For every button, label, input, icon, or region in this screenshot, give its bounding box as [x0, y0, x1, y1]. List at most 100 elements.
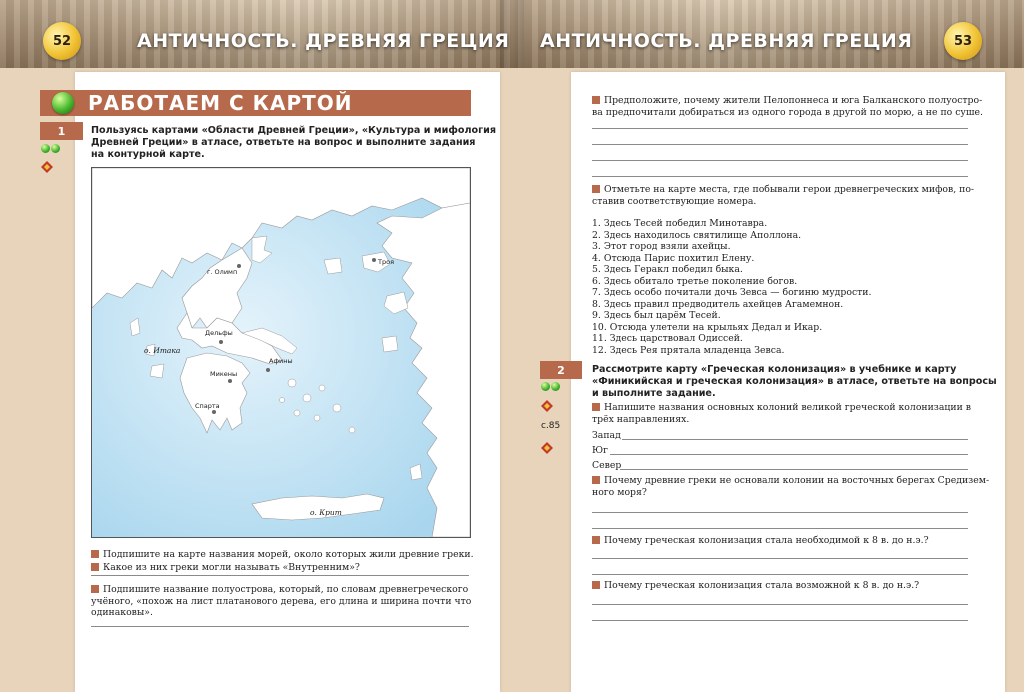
question-peninsula: Подпишите название полуострова, который,…: [91, 584, 471, 619]
list-item: 10. Отсюда улетели на крыльях Дедал и Ик…: [592, 321, 823, 333]
question-inner-sea: Какое из них греки могли называть «Внутр…: [91, 562, 360, 574]
section-banner: РАБОТАЕМ С КАРТОЙ: [40, 90, 471, 116]
answer-line[interactable]: [592, 144, 968, 145]
question-text: Подпишите название полуострова, который,…: [103, 584, 469, 595]
answer-line[interactable]: [592, 160, 968, 161]
square-bullet-icon: [592, 185, 600, 193]
square-bullet-icon: [592, 96, 600, 104]
section-title: РАБОТАЕМ С КАРТОЙ: [88, 91, 353, 115]
map-city-marker: [266, 368, 270, 372]
green-dots-icon: [41, 144, 60, 153]
page-reference: с.85: [541, 421, 561, 431]
map-label-mycenae: Микены: [210, 370, 238, 378]
question-text: Предположите, почему жители Пелопоннеса …: [604, 95, 983, 106]
list-item: 7. Здесь особо почитали дочь Зевса — бог…: [592, 287, 872, 298]
list-item: 9. Здесь был царём Тесей.: [592, 310, 721, 321]
list-item: 2. Здесь находилось святилище Аполлона.: [592, 229, 802, 241]
atlas-icon: [541, 442, 553, 454]
question-peloponnese: Предположите, почему жители Пелопоннеса …: [592, 95, 983, 118]
task2-line: Рассмотрите карту «Греческая колонизация…: [592, 364, 957, 375]
task-number-1: 1: [40, 122, 83, 140]
square-bullet-icon: [592, 403, 600, 411]
answer-line[interactable]: [592, 176, 968, 177]
question-text: Подпишите на карте названия морей, около…: [103, 549, 474, 560]
direction-south-label: Юг: [592, 445, 608, 456]
square-bullet-icon: [592, 581, 600, 589]
atlas-icon: [41, 161, 53, 173]
question-text: Почему греческая колонизация стала возмо…: [604, 580, 920, 591]
contour-map[interactable]: г. Олимп Троя Дельфы о. Итака Афины Мике…: [91, 167, 471, 538]
map-city-marker: [372, 258, 376, 262]
answer-line[interactable]: [592, 620, 968, 621]
question-colonies: Напишите названия основных колоний велик…: [592, 402, 971, 425]
list-item: 5. Здесь Геракл победил быка.: [592, 264, 743, 275]
answer-line[interactable]: [91, 575, 469, 576]
square-bullet-icon: [91, 585, 99, 593]
map-label-olympus: г. Олимп: [207, 268, 238, 276]
direction-west-label: Запад: [592, 430, 621, 441]
map-label-ithaca: о. Итака: [144, 346, 181, 355]
right-page-number: 53: [944, 22, 982, 60]
green-ball-icon: [52, 92, 74, 114]
question-text: трёх направлениях.: [592, 413, 690, 425]
square-bullet-icon: [592, 476, 600, 484]
list-item: 6. Здесь обитало третье поколение богов.: [592, 275, 798, 287]
answer-line[interactable]: [592, 512, 968, 513]
map-label-athens: Афины: [269, 357, 293, 365]
task2-line: и выполните задание.: [592, 388, 716, 399]
answer-line[interactable]: [592, 574, 968, 575]
right-header-title: АНТИЧНОСТЬ. ДРЕВНЯЯ ГРЕЦИЯ: [540, 30, 913, 52]
task1-line: Пользуясь картами «Области Древней Греци…: [91, 125, 496, 136]
map-city-marker: [237, 264, 241, 268]
answer-line[interactable]: [91, 626, 469, 627]
list-item: 3. Этот город взяли ахейцы.: [592, 241, 731, 252]
question-text: Отметьте на карте места, где побывали ге…: [604, 184, 975, 195]
list-item: 8. Здесь правил предводитель ахейцев Ага…: [592, 298, 844, 310]
task-number-2: 2: [540, 361, 582, 379]
green-dots-icon: [541, 382, 560, 391]
task1-line: Древней Греции» в атласе, ответьте на во…: [91, 137, 476, 148]
map-label-troy: Троя: [378, 258, 394, 266]
left-header-title: АНТИЧНОСТЬ. ДРЕВНЯЯ ГРЕЦИЯ: [137, 30, 510, 52]
question-text: ставив соответствующие номера.: [592, 195, 757, 207]
question-text: ва предпочитали добираться из одного гор…: [592, 106, 983, 118]
left-page-number: 52: [43, 22, 81, 60]
task2-text: Рассмотрите карту «Греческая колонизация…: [592, 364, 997, 400]
question-necessary: Почему греческая колонизация стала необх…: [592, 535, 929, 547]
list-item: 4. Отсюда Парис похитил Елену.: [592, 252, 755, 264]
task1-line: на контурной карте.: [91, 149, 205, 160]
map-label-crete: о. Крит: [310, 508, 342, 517]
question-mark-myths: Отметьте на карте места, где побывали ге…: [592, 184, 974, 207]
question-seas: Подпишите на карте названия морей, около…: [91, 549, 474, 561]
answer-line[interactable]: [592, 558, 968, 559]
textbook-icon: [541, 400, 553, 412]
square-bullet-icon: [91, 563, 99, 571]
answer-line-south[interactable]: [610, 454, 968, 455]
question-east-coast: Почему древние греки не основали колонии…: [592, 475, 989, 498]
answer-line[interactable]: [592, 128, 968, 129]
map-label-sparta: Спарта: [195, 402, 220, 410]
map-label-delphi: Дельфы: [205, 329, 233, 337]
question-possible: Почему греческая колонизация стала возмо…: [592, 580, 919, 592]
question-text: Почему греческая колонизация стала необх…: [604, 535, 929, 546]
square-bullet-icon: [592, 536, 600, 544]
question-text: ного моря?: [592, 486, 647, 498]
answer-line-north[interactable]: [620, 469, 968, 470]
question-text: Какое из них греки могли называть «Внутр…: [103, 562, 360, 573]
answer-line-west[interactable]: [622, 439, 968, 440]
answer-line[interactable]: [592, 604, 968, 605]
myth-list: 1. Здесь Тесей победил Минотавра. 2. Зде…: [592, 218, 871, 356]
answer-line[interactable]: [592, 528, 968, 529]
direction-north-label: Север: [592, 460, 622, 471]
task1-text: Пользуясь картами «Области Древней Греци…: [91, 125, 496, 161]
question-text: Напишите названия основных колоний велик…: [604, 402, 971, 413]
map-city-marker: [212, 410, 216, 414]
square-bullet-icon: [91, 550, 99, 558]
list-item: 1. Здесь Тесей победил Минотавра.: [592, 218, 768, 229]
question-text: одинаковы».: [91, 607, 153, 619]
list-item: 12. Здесь Рея прятала младенца Зевса.: [592, 344, 785, 356]
question-text: учёного, «похож на лист платанового дере…: [91, 595, 472, 607]
question-text: Почему древние греки не основали колонии…: [604, 475, 990, 486]
page-header: 52 АНТИЧНОСТЬ. ДРЕВНЯЯ ГРЕЦИЯ АНТИЧНОСТЬ…: [0, 0, 1024, 68]
list-item: 11. Здесь царствовал Одиссей.: [592, 333, 743, 344]
